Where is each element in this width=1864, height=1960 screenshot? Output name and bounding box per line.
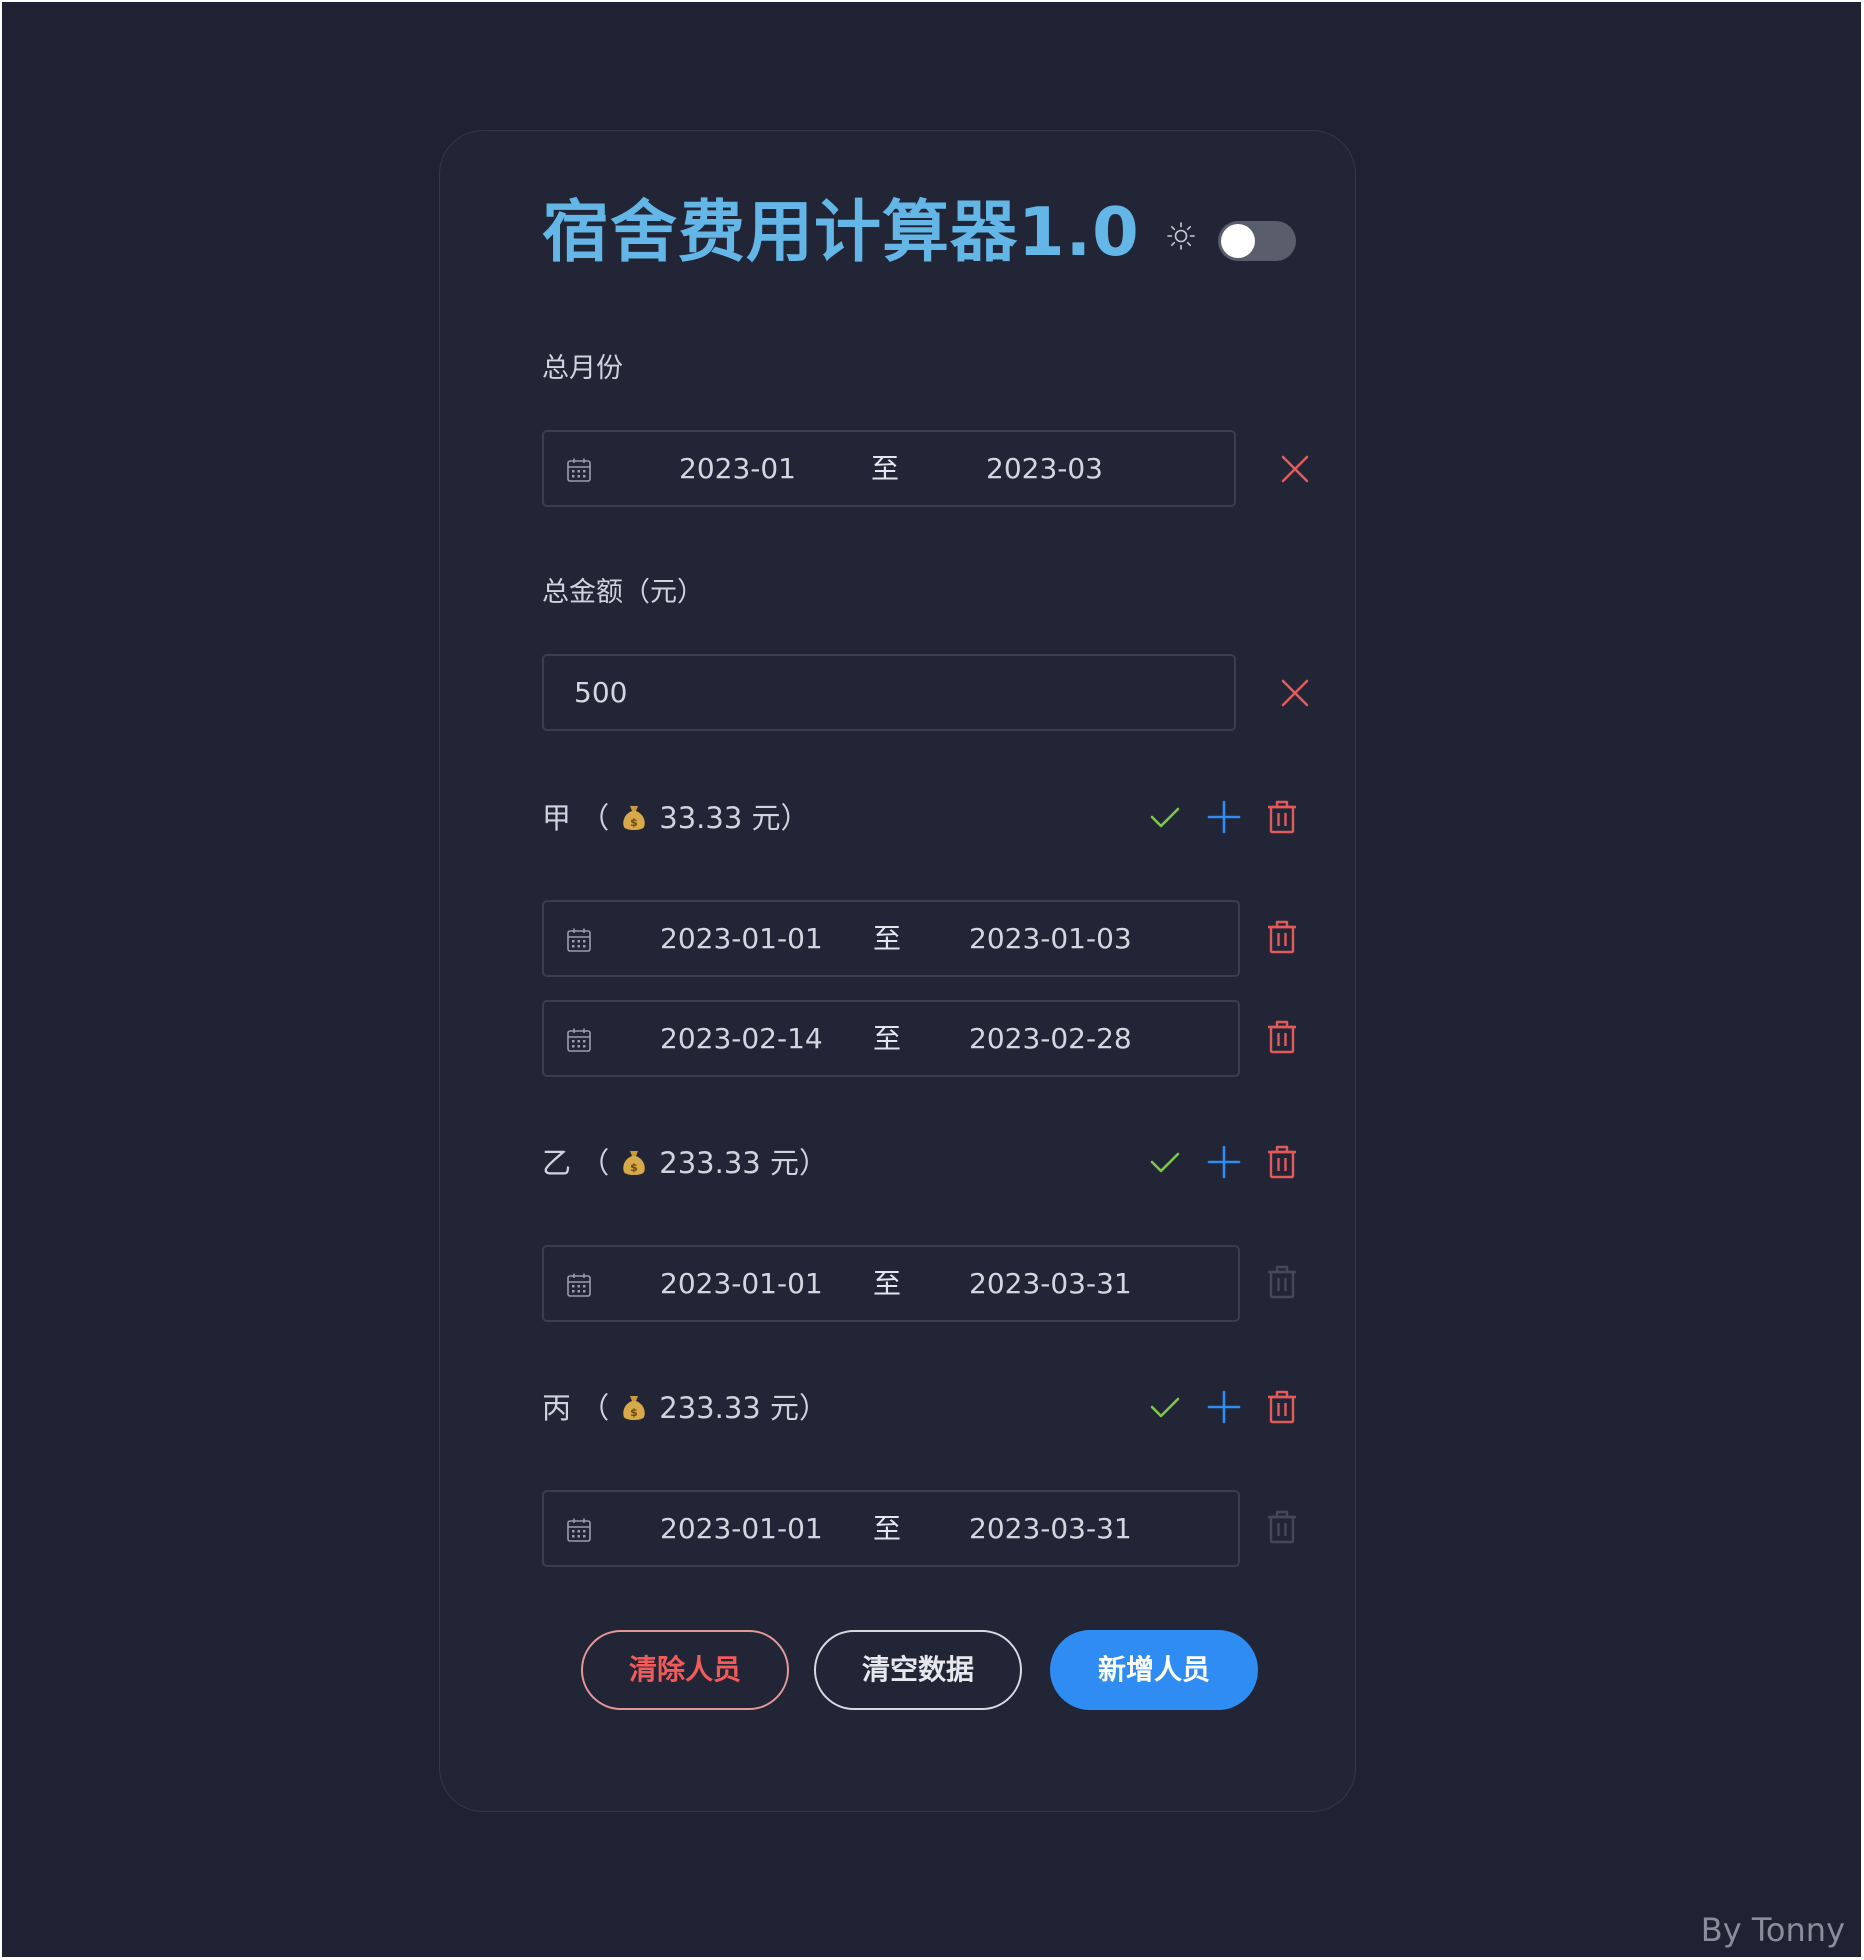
calendar-icon: [567, 458, 591, 482]
range-start[interactable]: 2023-01-01: [660, 1247, 823, 1320]
sun-icon: [1167, 222, 1195, 250]
person-name: 丙: [542, 1391, 572, 1425]
calendar-icon: [567, 1518, 591, 1542]
person-amount: 233.33: [659, 1391, 761, 1425]
person-amount: 33.33: [659, 801, 743, 835]
check-icon: [1150, 1397, 1180, 1418]
date-range-picker[interactable]: 2023-02-14 至 2023-02-28: [542, 1000, 1240, 1077]
delete-range-button-disabled: [1262, 1262, 1302, 1302]
clear-data-button[interactable]: 清空数据: [814, 1630, 1022, 1710]
delete-range-button-disabled: [1262, 1507, 1302, 1547]
delete-range-button[interactable]: [1262, 917, 1302, 957]
trash-icon: [1268, 920, 1296, 954]
svg-text:$: $: [630, 1406, 638, 1419]
person-open-paren: （: [580, 1146, 610, 1180]
close-icon: [1281, 455, 1309, 483]
plus-icon: [1207, 1390, 1241, 1424]
trash-icon: [1268, 1020, 1296, 1054]
money-bag-icon: $: [623, 806, 645, 830]
money-bag-icon: $: [623, 1151, 645, 1175]
check-icon: [1150, 807, 1180, 828]
date-range-picker[interactable]: 2023-01-01 至 2023-01-03: [542, 900, 1240, 977]
theme-toggle[interactable]: [1218, 221, 1296, 261]
trash-icon: [1268, 800, 1296, 834]
trash-icon: [1268, 1510, 1296, 1544]
calculator-card: 宿舍费用计算器1.0 总月份 2023-01 至 2023-03 总金额（元） …: [439, 130, 1356, 1812]
toggle-knob: [1221, 224, 1255, 258]
person-unit: 元）: [751, 801, 810, 835]
money-bag-icon: $: [623, 1396, 645, 1420]
person-header-jia: 甲 （ $33.33 元）: [542, 803, 810, 833]
app-screen: 宿舍费用计算器1.0 总月份 2023-01 至 2023-03 总金额（元） …: [2, 2, 1861, 1957]
range-separator: 至: [873, 1512, 902, 1545]
trash-icon: [1268, 1390, 1296, 1424]
svg-text:$: $: [630, 1161, 638, 1174]
date-range-picker[interactable]: 2023-01-01 至 2023-03-31: [542, 1490, 1240, 1567]
person-open-paren: （: [580, 801, 610, 835]
total-amount-label: 总金额（元）: [542, 577, 704, 608]
confirm-person-button[interactable]: [1145, 1387, 1185, 1427]
person-name: 乙: [542, 1146, 572, 1180]
close-icon: [1281, 679, 1309, 707]
calendar-icon: [567, 928, 591, 952]
clear-month-range-button[interactable]: [1275, 449, 1315, 489]
add-range-button[interactable]: [1204, 797, 1244, 837]
plus-icon: [1207, 1145, 1241, 1179]
trash-icon: [1268, 1265, 1296, 1299]
person-name: 甲: [542, 801, 572, 835]
month-end[interactable]: 2023-03: [986, 432, 1103, 505]
month-separator: 至: [871, 452, 900, 485]
range-start[interactable]: 2023-01-01: [660, 1492, 823, 1565]
delete-person-button[interactable]: [1262, 1387, 1302, 1427]
person-unit: 元）: [769, 1391, 828, 1425]
person-amount: 233.33: [659, 1146, 761, 1180]
range-separator: 至: [873, 1022, 902, 1055]
range-end[interactable]: 2023-01-03: [969, 902, 1132, 975]
delete-person-button[interactable]: [1262, 1142, 1302, 1182]
person-unit: 元）: [769, 1146, 828, 1180]
month-start[interactable]: 2023-01: [679, 432, 796, 505]
add-range-button[interactable]: [1204, 1142, 1244, 1182]
calendar-icon: [567, 1273, 591, 1297]
total-amount-input[interactable]: [544, 656, 1234, 729]
clear-amount-button[interactable]: [1275, 673, 1315, 713]
month-range-label: 总月份: [542, 353, 623, 384]
person-header-yi: 乙 （ $233.33 元）: [542, 1148, 828, 1178]
range-separator: 至: [873, 922, 902, 955]
range-separator: 至: [873, 1267, 902, 1300]
confirm-person-button[interactable]: [1145, 1142, 1185, 1182]
date-range-picker[interactable]: 2023-01-01 至 2023-03-31: [542, 1245, 1240, 1322]
range-end[interactable]: 2023-03-31: [969, 1492, 1132, 1565]
range-start[interactable]: 2023-02-14: [660, 1002, 823, 1075]
plus-icon: [1207, 800, 1241, 834]
range-end[interactable]: 2023-03-31: [969, 1247, 1132, 1320]
svg-text:$: $: [630, 816, 638, 829]
range-end[interactable]: 2023-02-28: [969, 1002, 1132, 1075]
byline: By Tonny: [1700, 1911, 1845, 1949]
confirm-person-button[interactable]: [1145, 797, 1185, 837]
page-title: 宿舍费用计算器1.0: [542, 193, 1140, 271]
delete-range-button[interactable]: [1262, 1017, 1302, 1057]
add-range-button[interactable]: [1204, 1387, 1244, 1427]
delete-person-button[interactable]: [1262, 797, 1302, 837]
clear-people-button[interactable]: 清除人员: [581, 1630, 789, 1710]
person-open-paren: （: [580, 1391, 610, 1425]
add-person-button[interactable]: 新增人员: [1050, 1630, 1258, 1710]
trash-icon: [1268, 1145, 1296, 1179]
range-start[interactable]: 2023-01-01: [660, 902, 823, 975]
month-range-picker[interactable]: 2023-01 至 2023-03: [542, 430, 1236, 507]
check-icon: [1150, 1152, 1180, 1173]
person-header-bing: 丙 （ $233.33 元）: [542, 1393, 828, 1423]
total-amount-field[interactable]: [542, 654, 1236, 731]
calendar-icon: [567, 1028, 591, 1052]
